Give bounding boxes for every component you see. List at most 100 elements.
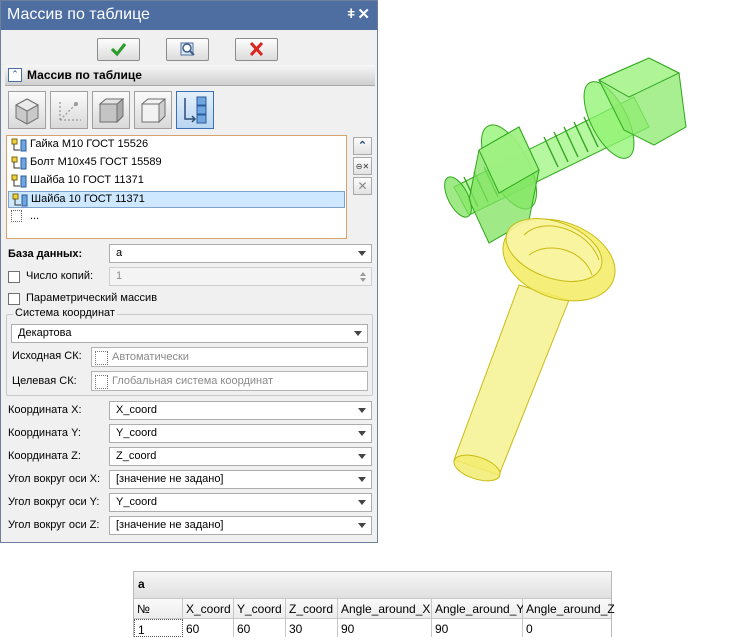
list-item[interactable]: Болт М10х45 ГОСТ 15589 <box>8 155 345 172</box>
components-list[interactable]: Гайка М10 ГОСТ 15526 Болт М10х45 ГОСТ 15… <box>6 135 347 239</box>
chevron-down-icon <box>358 431 366 436</box>
ok-button[interactable] <box>97 38 140 61</box>
component-icon <box>11 156 27 170</box>
target-cs-field[interactable]: Глобальная система координат <box>91 371 368 391</box>
source-cs-label: Исходная СК: <box>12 350 82 362</box>
chevron-down-icon <box>358 408 366 413</box>
coord-z-value: Z_coord <box>116 450 157 462</box>
angle-x-value: [значение не задано] <box>116 473 224 485</box>
cs-type-value: Декартова <box>18 327 72 339</box>
angle-z-value: [значение не задано] <box>116 519 224 531</box>
chevron-down-icon <box>354 331 362 336</box>
panel-title: Массив по таблице <box>7 6 150 23</box>
section-header[interactable]: ⌃ Массив по таблице <box>5 65 375 86</box>
list-item-add[interactable]: ... <box>8 209 345 226</box>
table-header-cell[interactable]: Z_coord <box>286 599 338 619</box>
cell-value: 1 <box>138 623 145 637</box>
delete-item-button[interactable]: ✕ <box>353 177 372 195</box>
panel-titlebar: Массив по таблице ǂ ✕ <box>1 1 377 30</box>
coord-z-select[interactable]: Z_coord <box>109 447 372 466</box>
copies-label: Число копий: <box>26 270 94 282</box>
close-icon[interactable]: ✕ <box>357 5 370 23</box>
coord-y-label: Координата Y: <box>8 427 81 439</box>
axis-path-tool-button[interactable] <box>50 91 88 129</box>
green-bolt-assembly[interactable] <box>439 57 687 244</box>
table-cell[interactable]: 0 <box>523 619 611 637</box>
table-cell[interactable]: 90 <box>338 619 432 637</box>
select-object-icon <box>95 351 108 365</box>
table-header-cell[interactable]: № <box>134 599 183 619</box>
solid-box-tool-button[interactable] <box>8 91 46 129</box>
header-label: Y_coord <box>237 602 282 616</box>
database-label: База данных: <box>8 248 83 260</box>
list-item[interactable]: Гайка М10 ГОСТ 15526 <box>8 137 345 154</box>
box-outline-tool-button[interactable] <box>134 91 172 129</box>
component-icon <box>11 174 27 188</box>
table-cell[interactable]: 30 <box>286 619 338 637</box>
copies-stepper[interactable]: 1 <box>109 267 372 286</box>
solid-box-tool-icon <box>14 98 40 125</box>
chevron-down-icon <box>358 500 366 505</box>
header-label: Angle_around_X <box>341 602 431 616</box>
pin-icon[interactable]: ǂ <box>347 6 355 21</box>
header-label: Angle_around_Y <box>435 602 525 616</box>
assembly-array-tool-button[interactable] <box>176 91 214 129</box>
table-cell[interactable]: 60 <box>183 619 234 637</box>
coord-x-label: Координата X: <box>8 404 82 416</box>
database-select[interactable]: a <box>109 244 372 263</box>
coordinate-system-group: Система координат Декартова Исходная СК:… <box>6 307 373 396</box>
angle-y-value: Y_coord <box>116 496 157 508</box>
collapse-chevron-icon[interactable]: ⌃ <box>8 68 22 82</box>
header-label: Z_coord <box>289 602 334 616</box>
cs-type-select[interactable]: Декартова <box>11 324 368 343</box>
coord-y-select[interactable]: Y_coord <box>109 424 372 443</box>
table-caption-text: a <box>138 577 145 591</box>
box-tool-button[interactable] <box>92 91 130 129</box>
list-item-label: Болт М10х45 ГОСТ 15589 <box>30 156 162 168</box>
coord-x-value: X_coord <box>116 404 157 416</box>
chevron-down-icon <box>358 454 366 459</box>
copies-value: 1 <box>116 270 123 282</box>
parametric-label: Параметрический массив <box>26 292 158 304</box>
cancel-button[interactable] <box>235 38 278 61</box>
box-outline-tool-icon <box>141 97 166 124</box>
angle-y-select[interactable]: Y_coord <box>109 493 372 512</box>
table-header-cell[interactable]: Angle_around_Z <box>523 599 615 619</box>
checkmark-icon <box>110 43 127 57</box>
table-header-cell[interactable]: Y_coord <box>234 599 286 619</box>
3d-model-viewport[interactable] <box>424 55 724 495</box>
list-item[interactable]: Шайба 10 ГОСТ 11371 <box>8 173 345 190</box>
angle-z-select[interactable]: [значение не задано] <box>109 516 372 535</box>
table-header-cell[interactable]: Angle_around_Y <box>432 599 525 619</box>
component-icon <box>11 138 27 152</box>
cell-value: 0 <box>526 622 533 636</box>
coord-z-label: Координата Z: <box>8 450 81 462</box>
table-header-cell[interactable]: X_coord <box>183 599 234 619</box>
assembly-array-tool-icon <box>184 96 207 124</box>
table-cell[interactable]: 1 <box>134 619 183 637</box>
angle-x-label: Угол вокруг оси X: <box>8 473 101 485</box>
preview-button[interactable] <box>166 38 209 61</box>
parametric-checkbox[interactable] <box>8 293 20 305</box>
remove-item-button[interactable]: ⊖✕ <box>353 157 372 175</box>
header-label: № <box>137 602 150 616</box>
coord-x-select[interactable]: X_coord <box>109 401 372 420</box>
yellow-screw[interactable] <box>451 204 627 485</box>
table-cell[interactable]: 90 <box>432 619 523 637</box>
chevron-down-icon <box>358 477 366 482</box>
header-label: X_coord <box>186 602 231 616</box>
source-cs-field[interactable]: Автоматически <box>91 347 368 367</box>
box-tool-icon <box>98 97 125 124</box>
cell-value: 60 <box>186 622 200 636</box>
move-up-button[interactable]: ⌃ <box>353 137 372 155</box>
list-item-label: ... <box>30 210 40 222</box>
copies-checkbox[interactable] <box>8 271 20 283</box>
list-item-selected[interactable]: Шайба 10 ГОСТ 11371 <box>8 191 345 208</box>
table-cell[interactable]: 60 <box>234 619 286 637</box>
delete-x-icon: ✕ <box>357 179 368 193</box>
chevron-up-icon: ⌃ <box>357 140 368 152</box>
list-item-label: Шайба 10 ГОСТ 11371 <box>31 193 145 205</box>
angle-x-select[interactable]: [значение не задано] <box>109 470 372 489</box>
table-header-cell[interactable]: Angle_around_X <box>338 599 432 619</box>
cell-value: 90 <box>435 622 449 636</box>
